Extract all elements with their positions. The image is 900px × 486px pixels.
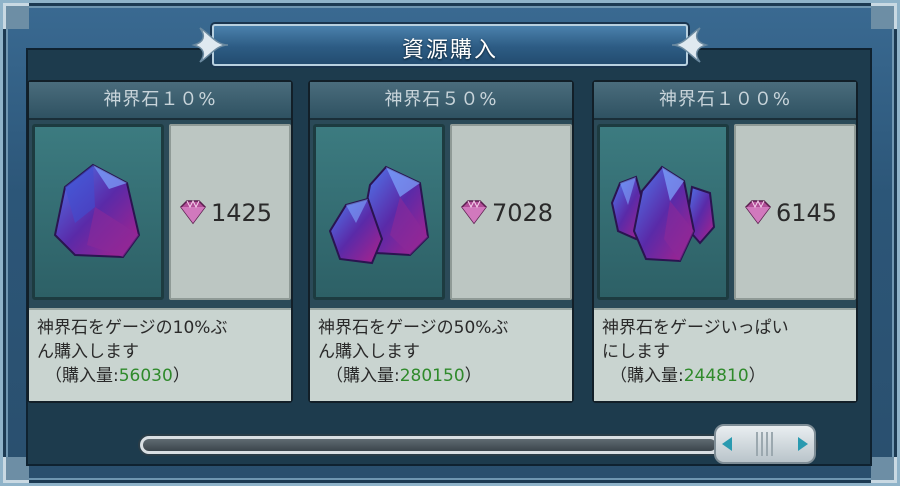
gem-icon	[745, 199, 771, 225]
amount-close: ）	[748, 366, 766, 386]
amount-close: ）	[464, 366, 482, 386]
purchase-card-100[interactable]: 神界石１００% 6145 神界石をゲージいっぱい にします （購入量:24481…	[592, 80, 858, 403]
arrow-right-icon[interactable]	[798, 437, 808, 451]
card-description: 神界石をゲージいっぱい にします （購入量:244810）	[594, 308, 856, 401]
desc-line: 神界石をゲージの10%ぶ	[37, 318, 228, 338]
gem-icon	[461, 199, 487, 225]
price-box: 6145	[734, 124, 856, 300]
item-image	[32, 124, 164, 300]
amount-line: （購入量:244810）	[602, 364, 848, 388]
price-value: 1425	[211, 199, 273, 227]
corner-ornament	[871, 457, 897, 483]
desc-line: 神界石をゲージいっぱい	[602, 318, 789, 338]
amount-value: 280150	[399, 366, 465, 386]
title-banner: 資源購入	[190, 20, 710, 70]
purchase-card-50[interactable]: 神界石５０% 7028 神界石をゲージの50%ぶ ん購入します （購入量:280…	[308, 80, 574, 403]
desc-line: ん購入します	[37, 342, 139, 362]
purchase-card-10[interactable]: 神界石１０% 1425 神界石をゲージの10%ぶ ん購入します （購入量:560…	[27, 80, 293, 403]
amount-close: ）	[172, 366, 190, 386]
card-title: 神界石１０%	[29, 82, 291, 120]
item-image	[313, 124, 445, 300]
amount-line: （購入量:280150）	[318, 364, 564, 388]
desc-line: 神界石をゲージの50%ぶ	[318, 318, 509, 338]
arrow-left-icon[interactable]	[722, 437, 732, 451]
amount-label: （購入量:	[326, 366, 400, 386]
card-description: 神界石をゲージの10%ぶ ん購入します （購入量:56030）	[29, 308, 291, 401]
amount-label: （購入量:	[45, 366, 119, 386]
amount-value: 56030	[118, 366, 173, 386]
price-box: 7028	[450, 124, 572, 300]
corner-ornament	[871, 3, 897, 29]
gem-icon	[180, 199, 206, 225]
card-description: 神界石をゲージの50%ぶ ん購入します （購入量:280150）	[310, 308, 572, 401]
dialog-title: 資源購入	[401, 38, 498, 63]
crystal-medium-icon	[328, 165, 430, 265]
amount-label: （購入量:	[610, 366, 684, 386]
crystal-cluster-icon	[610, 165, 716, 263]
item-image	[597, 124, 729, 300]
amount-line: （購入量:56030）	[37, 364, 283, 388]
crystal-small-icon	[53, 163, 141, 259]
price-value: 7028	[492, 199, 554, 227]
scrollbar-track-fill	[143, 439, 716, 451]
card-title: 神界石１００%	[594, 82, 856, 120]
price-value: 6145	[776, 199, 838, 227]
scrollbar-thumb[interactable]	[714, 424, 816, 464]
desc-line: ん購入します	[318, 342, 420, 362]
card-title: 神界石５０%	[310, 82, 572, 120]
price-box: 1425	[169, 124, 291, 300]
desc-line: にします	[602, 342, 670, 362]
grip-icon	[756, 432, 776, 456]
corner-ornament	[3, 3, 29, 29]
amount-value: 244810	[683, 366, 749, 386]
